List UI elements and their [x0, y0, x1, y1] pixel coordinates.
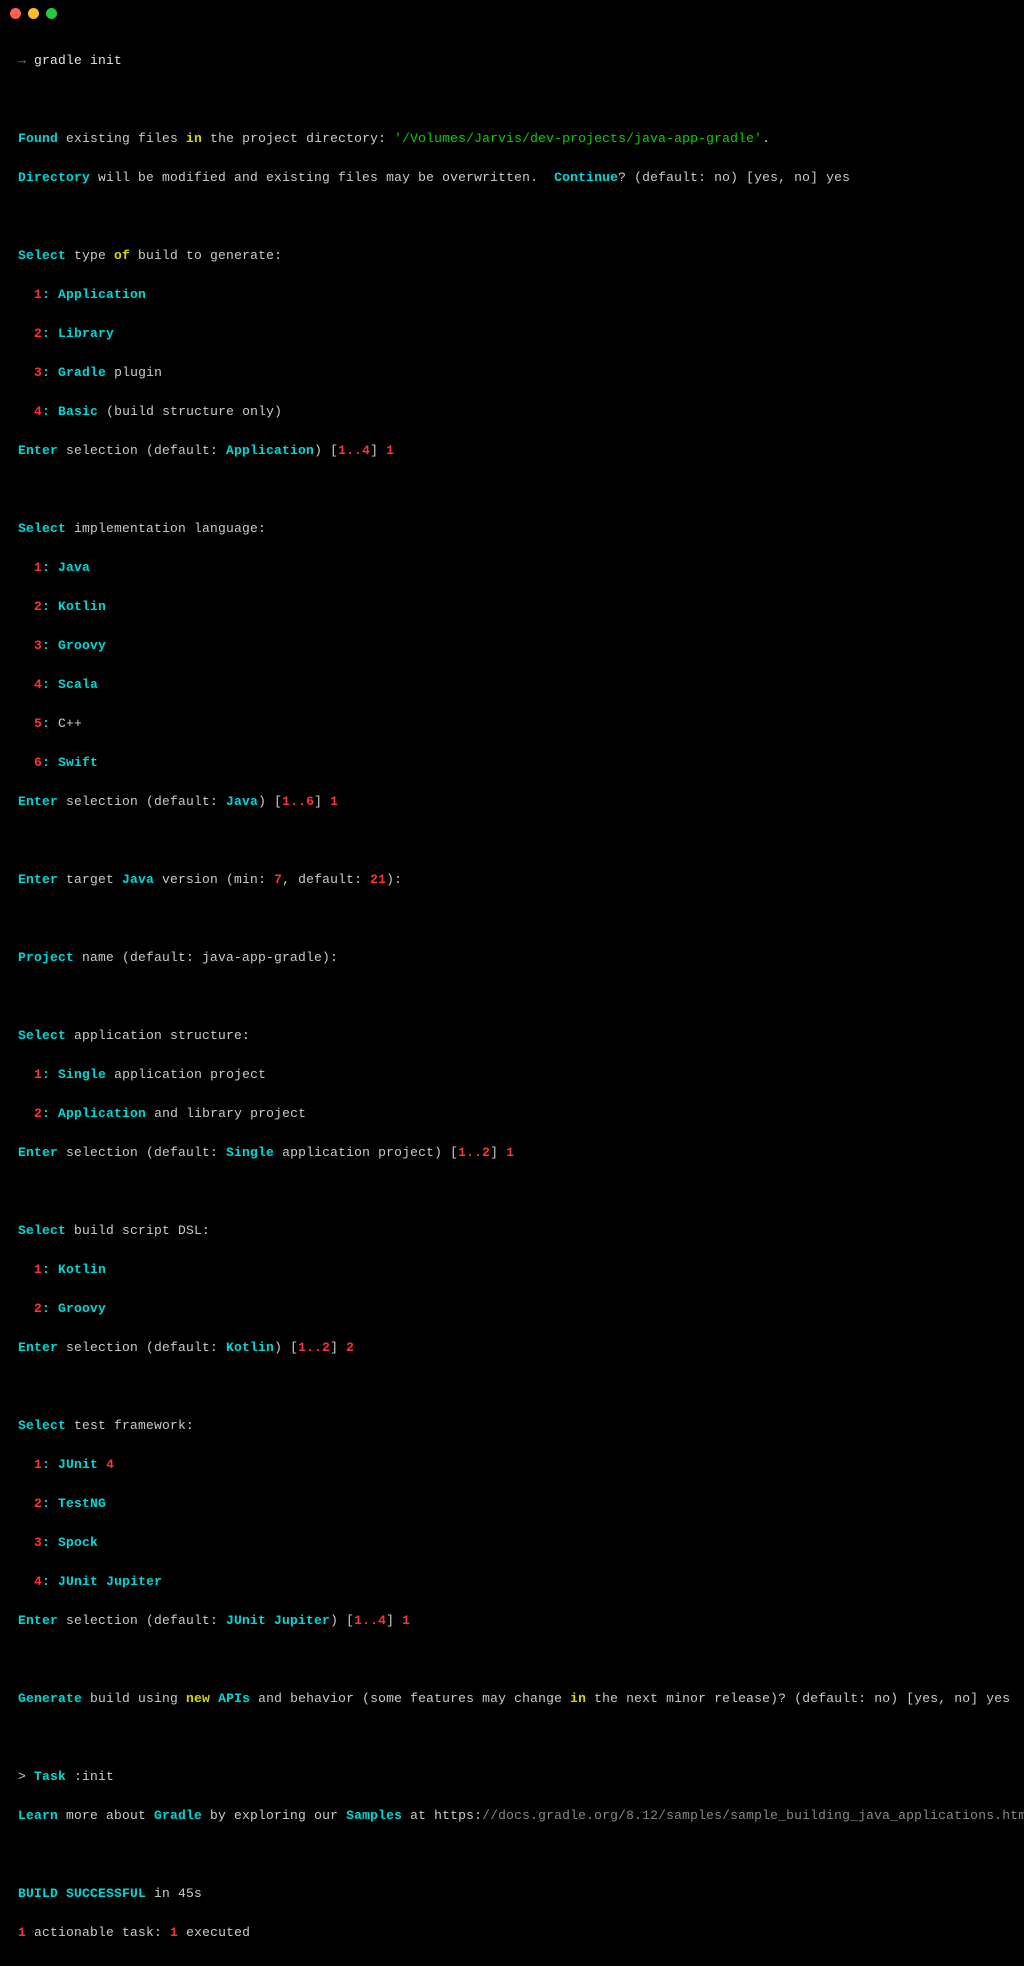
struct-option-1: 1: Single application project [18, 1065, 1006, 1085]
window-titlebar [0, 0, 1024, 27]
lang-option-3: 3: Groovy [18, 636, 1006, 656]
enter-build-selection: Enter selection (default: Application) [… [18, 441, 1006, 461]
build-option-1: 1: Application [18, 285, 1006, 305]
project-name-line: Project name (default: java-app-gradle): [18, 948, 1006, 968]
learn-line: Learn more about Gradle by exploring our… [18, 1806, 1006, 1826]
test-option-4: 4: JUnit Jupiter [18, 1572, 1006, 1592]
build-success-line: BUILD SUCCESSFUL in 45s [18, 1884, 1006, 1904]
select-struct-header: Select application structure: [18, 1026, 1006, 1046]
lang-option-1: 1: Java [18, 558, 1006, 578]
task-line: > Task :init [18, 1767, 1006, 1787]
enter-dsl-selection: Enter selection (default: Kotlin) [1..2]… [18, 1338, 1006, 1358]
lang-option-4: 4: Scala [18, 675, 1006, 695]
dsl-option-2: 2: Groovy [18, 1299, 1006, 1319]
target-java-line: Enter target Java version (min: 7, defau… [18, 870, 1006, 890]
dsl-option-1: 1: Kotlin [18, 1260, 1006, 1280]
enter-test-selection: Enter selection (default: JUnit Jupiter)… [18, 1611, 1006, 1631]
test-option-3: 3: Spock [18, 1533, 1006, 1553]
test-option-2: 2: TestNG [18, 1494, 1006, 1514]
select-test-header: Select test framework: [18, 1416, 1006, 1436]
select-build-header: Select type of build to generate: [18, 246, 1006, 266]
build-option-4: 4: Basic (build structure only) [18, 402, 1006, 422]
directory-line: Directory will be modified and existing … [18, 168, 1006, 188]
found-line: Found existing files in the project dire… [18, 129, 1006, 149]
lang-option-2: 2: Kotlin [18, 597, 1006, 617]
generate-line: Generate build using new APIs and behavi… [18, 1689, 1006, 1709]
lang-option-6: 6: Swift [18, 753, 1006, 773]
enter-lang-selection: Enter selection (default: Java) [1..6] 1 [18, 792, 1006, 812]
actionable-line: 1 actionable task: 1 executed [18, 1923, 1006, 1943]
close-icon[interactable] [10, 8, 21, 19]
build-option-3: 3: Gradle plugin [18, 363, 1006, 383]
enter-struct-selection: Enter selection (default: Single applica… [18, 1143, 1006, 1163]
maximize-icon[interactable] [46, 8, 57, 19]
minimize-icon[interactable] [28, 8, 39, 19]
struct-option-2: 2: Application and library project [18, 1104, 1006, 1124]
select-lang-header: Select implementation language: [18, 519, 1006, 539]
test-option-1: 1: JUnit 4 [18, 1455, 1006, 1475]
select-dsl-header: Select build script DSL: [18, 1221, 1006, 1241]
command-line: → gradle init [18, 51, 1006, 71]
lang-option-5: 5: C++ [18, 714, 1006, 734]
build-option-2: 2: Library [18, 324, 1006, 344]
terminal-output[interactable]: → gradle init Found existing files in th… [0, 27, 1024, 1966]
